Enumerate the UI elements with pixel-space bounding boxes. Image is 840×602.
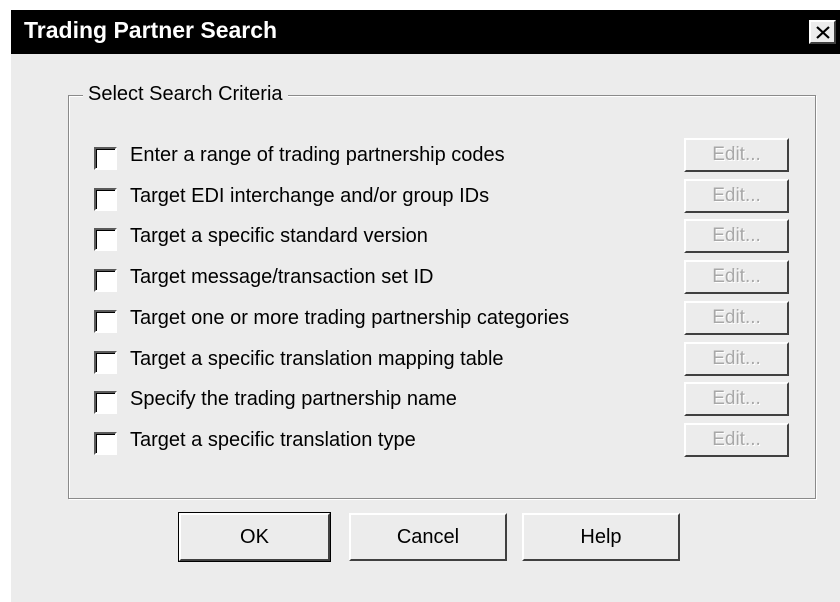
checkbox-range-partnership-codes[interactable]: [94, 147, 117, 170]
criteria-label: Specify the trading partnership name: [130, 388, 457, 410]
criteria-label: Target a specific standard version: [130, 225, 428, 247]
trading-partner-search-dialog: Trading Partner Search Select Search Cri…: [11, 10, 840, 602]
criteria-label: Target one or more trading partnership c…: [130, 307, 570, 329]
close-icon: [816, 26, 830, 39]
checkbox-partnership-categories[interactable]: [94, 310, 117, 333]
criteria-label: Target a specific translation type: [130, 429, 416, 451]
cancel-button[interactable]: Cancel: [349, 513, 507, 561]
criteria-label: Target EDI interchange and/or group IDs: [130, 185, 490, 207]
edit-button-transaction-set-id[interactable]: Edit...: [684, 260, 789, 294]
edit-button-standard-version[interactable]: Edit...: [684, 219, 789, 253]
window-title: Trading Partner Search: [24, 17, 278, 43]
edit-button-edi-interchange-ids[interactable]: Edit...: [684, 179, 789, 213]
checkbox-edi-interchange-ids[interactable]: [94, 188, 117, 211]
edit-button-translation-type[interactable]: Edit...: [684, 423, 789, 457]
title-bar[interactable]: Trading Partner Search: [11, 10, 840, 54]
edit-button-range-partnership-codes[interactable]: Edit...: [684, 138, 789, 172]
group-label: Select Search Criteria: [83, 83, 288, 106]
ok-button[interactable]: OK: [178, 512, 331, 562]
checkbox-standard-version[interactable]: [94, 228, 117, 251]
criteria-row: Target a specific translation type Edit.…: [11, 423, 840, 472]
edit-button-mapping-table[interactable]: Edit...: [684, 342, 789, 376]
edit-button-partnership-name[interactable]: Edit...: [684, 382, 789, 416]
checkbox-partnership-name[interactable]: [94, 391, 117, 414]
close-button[interactable]: [809, 20, 836, 44]
criteria-label: Target a specific translation mapping ta…: [130, 348, 504, 370]
edit-button-partnership-categories[interactable]: Edit...: [684, 301, 789, 335]
criteria-label: Target message/transaction set ID: [130, 266, 434, 288]
criteria-label: Enter a range of trading partnership cod…: [130, 144, 505, 166]
checkbox-transaction-set-id[interactable]: [94, 269, 117, 292]
checkbox-translation-type[interactable]: [94, 432, 117, 455]
help-button[interactable]: Help: [522, 513, 680, 561]
checkbox-mapping-table[interactable]: [94, 351, 117, 374]
